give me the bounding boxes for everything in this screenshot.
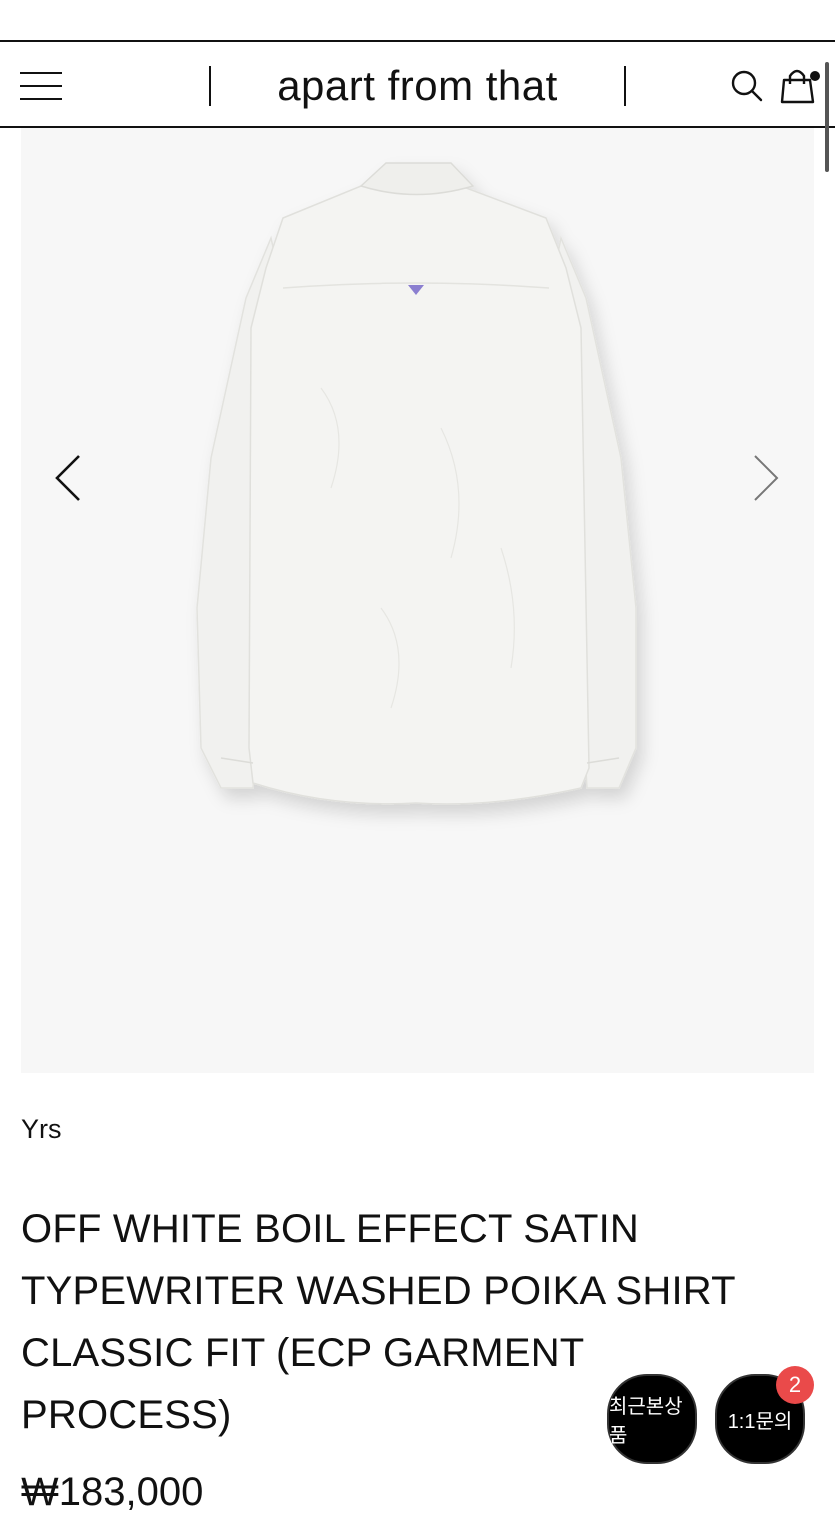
chevron-right-icon[interactable]: [747, 448, 787, 508]
hamburger-menu-icon[interactable]: [20, 72, 64, 102]
product-image-gallery[interactable]: [21, 128, 814, 1073]
site-header: apart from that: [0, 40, 835, 172]
shopping-bag-icon[interactable]: [780, 66, 820, 106]
chevron-left-icon[interactable]: [51, 448, 91, 508]
recently-viewed-button[interactable]: 최근본상품: [607, 1374, 697, 1464]
brand-logo[interactable]: apart from that: [240, 62, 595, 110]
product-image: [196, 162, 637, 805]
inquiry-count-badge: 2: [776, 1366, 814, 1404]
header-divider-left: [209, 66, 211, 106]
page-scrollbar[interactable]: [825, 62, 829, 172]
search-icon[interactable]: [728, 66, 768, 106]
product-brand[interactable]: Yrs: [21, 1114, 62, 1145]
product-title-line: TYPEWRITER WASHED POIKA SHIRT: [21, 1269, 736, 1313]
product-title-line: OFF WHITE BOIL EFFECT SATIN: [21, 1207, 640, 1251]
header-divider-right: [624, 66, 626, 106]
product-price: ₩183,000: [21, 1470, 204, 1514]
